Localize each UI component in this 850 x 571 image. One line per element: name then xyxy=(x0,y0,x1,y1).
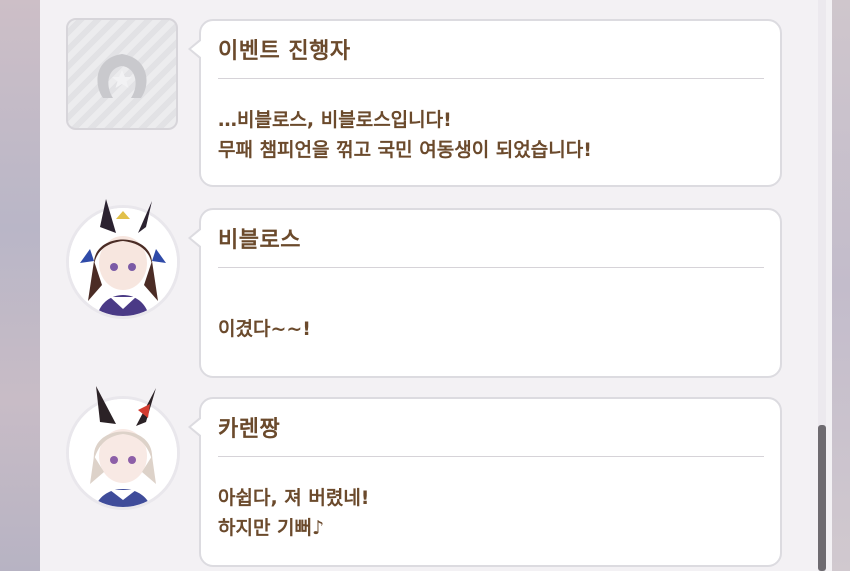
bubble-tail xyxy=(188,38,202,60)
message-text: 아쉽다, 져 버렸네! 하지만 기뻐♪ xyxy=(218,483,369,543)
message-line: 아쉽다, 져 버렸네! xyxy=(218,487,370,509)
message-line: 하지만 기뻐♪ xyxy=(218,517,325,539)
speaker-name: 비블로스 xyxy=(218,228,301,253)
vivlos-avatar xyxy=(66,199,180,319)
message-text: …비블로스, 비블로스입니다! 무패 챔피언을 꺾고 국민 여동생이 되었습니다… xyxy=(218,105,592,165)
scrollbar-thumb[interactable] xyxy=(818,425,826,571)
divider xyxy=(218,78,764,79)
message-bubble: 카렌짱 아쉽다, 져 버렸네! 하지만 기뻐♪ xyxy=(188,397,782,567)
background-left xyxy=(0,0,40,571)
divider xyxy=(218,456,764,457)
event-host-avatar xyxy=(66,18,178,130)
bubble-tail xyxy=(188,416,202,438)
message-text: 이겼다~~! xyxy=(218,314,311,344)
vivlos-portrait-icon xyxy=(69,199,177,316)
curren-chan-portrait-icon xyxy=(69,386,177,507)
message-line: 이겼다~~! xyxy=(218,318,311,340)
message-bubble: 비블로스 이겼다~~! xyxy=(188,208,782,378)
speaker-name: 이벤트 진행자 xyxy=(218,39,351,64)
message-line: 무패 챔피언을 꺾고 국민 여동생이 되었습니다! xyxy=(218,139,592,161)
horseshoe-star-icon xyxy=(97,54,147,98)
bubble-tail xyxy=(188,227,202,249)
divider xyxy=(218,267,764,268)
curren-chan-avatar xyxy=(66,386,180,510)
speaker-name: 카렌짱 xyxy=(218,417,281,442)
background-right xyxy=(832,0,850,571)
message-line: …비블로스, 비블로스입니다! xyxy=(218,109,452,131)
message-bubble: 이벤트 진행자 …비블로스, 비블로스입니다! 무패 챔피언을 꺾고 국민 여동… xyxy=(188,19,782,187)
